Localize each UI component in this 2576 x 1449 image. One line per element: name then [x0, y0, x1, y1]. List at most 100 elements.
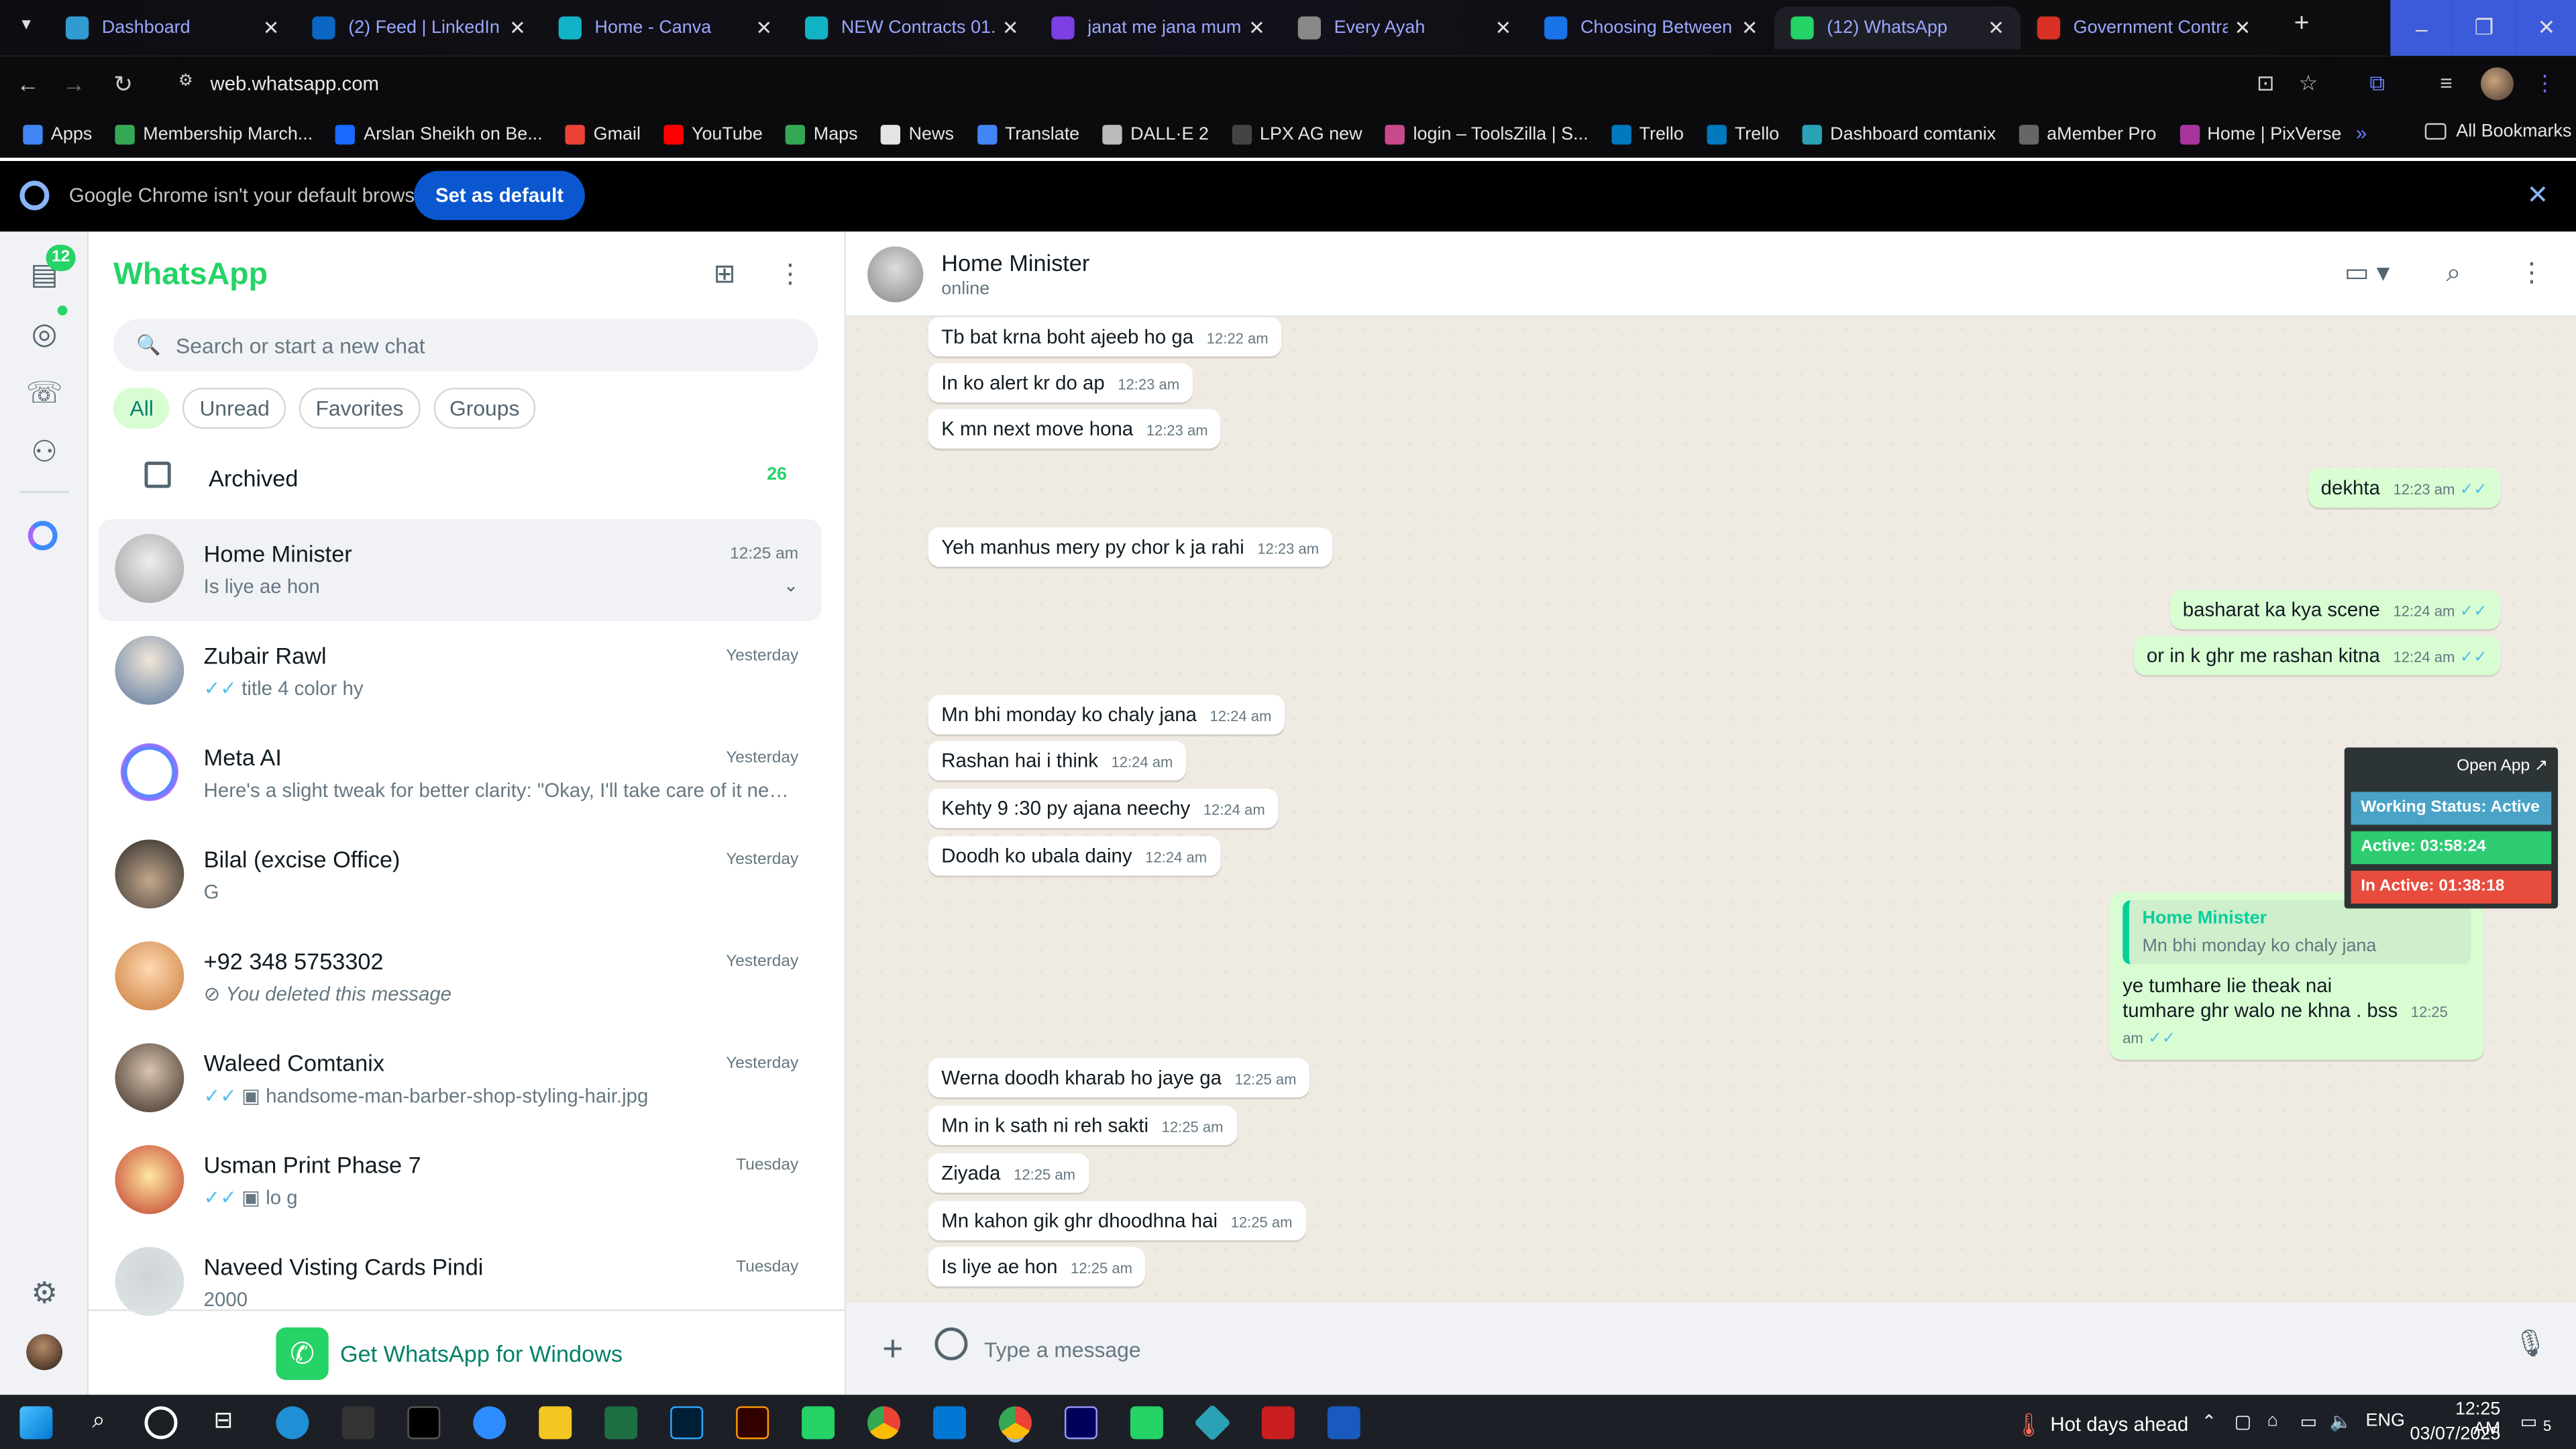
- infobar-close-icon[interactable]: ✕: [2527, 179, 2549, 212]
- bookmark-item[interactable]: YouTube: [663, 125, 763, 145]
- incoming-message[interactable]: Kehty 9 :30 py ajana neechy 12:24 am: [928, 788, 1279, 828]
- contact-avatar[interactable]: [867, 246, 924, 303]
- app-diamond-icon[interactable]: [1193, 1404, 1232, 1442]
- tray-network-icon[interactable]: ⌂: [2267, 1411, 2278, 1431]
- filter-chip[interactable]: Groups: [433, 387, 536, 429]
- incoming-message[interactable]: Mn in k sath ni reh sakti 12:25 am: [928, 1106, 1237, 1145]
- minimize-button[interactable]: –: [2390, 0, 2453, 56]
- incoming-message[interactable]: In ko alert kr do ap 12:23 am: [928, 363, 1193, 403]
- bookmark-item[interactable]: Gmail: [566, 125, 641, 145]
- tab-search-chevron-icon[interactable]: ▾: [10, 13, 43, 43]
- browser-tab[interactable]: Home - Canva ✕: [542, 7, 788, 50]
- tab-close-icon[interactable]: ✕: [749, 16, 779, 39]
- incoming-message[interactable]: Doodh ko ubala dainy 12:24 am: [928, 836, 1220, 876]
- task-view-icon[interactable]: ⊟: [207, 1406, 240, 1439]
- sticker-icon[interactable]: [934, 1327, 968, 1360]
- communities-icon[interactable]: ⚇: [23, 431, 66, 474]
- filter-chip[interactable]: All: [113, 387, 170, 429]
- settings-gear-icon[interactable]: ⚙: [23, 1272, 66, 1315]
- word-icon[interactable]: [1327, 1406, 1360, 1440]
- tab-close-icon[interactable]: ✕: [1981, 16, 2010, 39]
- chevron-down-icon[interactable]: ⌄: [784, 575, 799, 596]
- chrome-icon[interactable]: [867, 1406, 901, 1440]
- bookmark-item[interactable]: News: [880, 125, 954, 145]
- microphone-icon[interactable]: 🎙: [2514, 1328, 2547, 1360]
- window-close-button[interactable]: ✕: [2515, 0, 2576, 56]
- new-tab-button[interactable]: +: [2287, 10, 2316, 40]
- incoming-message[interactable]: Yeh manhus mery py chor k ja rahi 12:23 a…: [928, 527, 1332, 567]
- bookmark-item[interactable]: Home | PixVerse: [2179, 125, 2341, 145]
- archived-row[interactable]: Archived 26: [89, 451, 846, 504]
- notification-icon[interactable]: ▭: [2520, 1411, 2537, 1432]
- tab-close-icon[interactable]: ✕: [2228, 16, 2257, 39]
- incoming-message[interactable]: K mn next move hona 12:23 am: [928, 409, 1222, 449]
- bookmark-item[interactable]: Dashboard comtanix: [1802, 125, 1996, 145]
- outgoing-message[interactable]: dekhta 12:23 am ✓✓: [2308, 468, 2501, 508]
- chat-list-item[interactable]: Usman Print Phase 7 Tuesday ✓✓ ▣ lo g: [99, 1130, 822, 1232]
- incoming-message[interactable]: Rashan hai i think 12:24 am: [928, 741, 1186, 781]
- vscode-icon[interactable]: [933, 1406, 967, 1440]
- address-bar[interactable]: ⚙ web.whatsapp.com: [161, 62, 2347, 105]
- bookmark-star-icon[interactable]: ☆: [2294, 69, 2323, 99]
- incoming-message[interactable]: Tb bat krna boht ajeeb ho ga 12:22 am: [928, 317, 1282, 357]
- chat-list-item[interactable]: Waleed Comtanix Yesterday ✓✓ ▣ handsome-man…: [99, 1028, 822, 1130]
- outgoing-message[interactable]: basharat ka kya scene 12:24 am ✓✓: [2169, 590, 2501, 629]
- tab-close-icon[interactable]: ✕: [996, 16, 1025, 39]
- browser-tab[interactable]: Dashboard ✕: [49, 7, 295, 50]
- tab-close-icon[interactable]: ✕: [1242, 16, 1271, 39]
- bookmark-item[interactable]: Translate: [977, 125, 1079, 145]
- video-call-icon[interactable]: ▭ ▾: [2345, 256, 2390, 292]
- zoom-icon[interactable]: [473, 1406, 506, 1440]
- menu-dots-icon[interactable]: ⋮: [2518, 256, 2544, 292]
- tray-apps-icon[interactable]: ▢: [2235, 1411, 2251, 1432]
- weather-text[interactable]: Hot days ahead: [2050, 1413, 2188, 1436]
- edge-icon[interactable]: [276, 1406, 309, 1440]
- open-app-link[interactable]: Open App ↗: [2457, 757, 2548, 775]
- pen-tool-icon[interactable]: [341, 1406, 375, 1440]
- bookmark-item[interactable]: Trello: [1707, 125, 1779, 145]
- file-explorer-icon[interactable]: [539, 1406, 572, 1440]
- phone-app-icon[interactable]: [802, 1406, 835, 1440]
- bookmark-item[interactable]: aMember Pro: [2019, 125, 2156, 145]
- browser-tab[interactable]: Choosing Between O ✕: [1528, 7, 1774, 50]
- site-info-icon[interactable]: ⚙: [174, 72, 197, 95]
- bookmark-item[interactable]: Maps: [786, 125, 858, 145]
- message-input[interactable]: [983, 1322, 2463, 1375]
- reading-list-icon[interactable]: ≡: [2432, 69, 2461, 99]
- new-chat-icon[interactable]: ⊞: [706, 258, 743, 294]
- clock-date[interactable]: 03/07/2025: [2402, 1424, 2501, 1444]
- extensions-icon[interactable]: ⧉: [2363, 69, 2392, 99]
- get-whatsapp-windows-banner[interactable]: ✆ Get WhatsApp for Windows: [89, 1309, 847, 1395]
- browser-tab[interactable]: janat me jana mumkin✕: [1035, 7, 1281, 50]
- chat-list-item[interactable]: Home Minister 12:25 am Is liye ae hon ⌄: [98, 519, 822, 621]
- tray-display-icon[interactable]: ▭: [2300, 1411, 2317, 1432]
- reload-icon[interactable]: ↻: [109, 69, 138, 99]
- premiere-icon[interactable]: [1064, 1406, 1097, 1440]
- chrome-menu-icon[interactable]: ⋮: [2530, 69, 2559, 99]
- filter-chip[interactable]: Unread: [182, 387, 286, 429]
- browser-tab[interactable]: (12) WhatsApp ✕: [1774, 6, 2021, 50]
- bookmark-item[interactable]: Trello: [1611, 125, 1684, 145]
- status-icon[interactable]: ◎: [23, 312, 66, 355]
- chat-list-item[interactable]: Zubair Rawl Yesterday ✓✓ title 4 color hy: [99, 621, 822, 723]
- bookmark-item[interactable]: DALL·E 2: [1102, 125, 1209, 145]
- bookmark-item[interactable]: Membership March...: [115, 125, 313, 145]
- profile-photo[interactable]: [26, 1334, 63, 1371]
- outgoing-message[interactable]: or in k ghr me rashan kitna 12:24 am ✓✓: [2133, 635, 2501, 676]
- tray-chevron-icon[interactable]: ⌃: [2202, 1411, 2217, 1432]
- search-icon[interactable]: ⌕: [2447, 256, 2461, 292]
- incoming-message[interactable]: Ziyada 12:25 am: [928, 1153, 1089, 1193]
- whatsapp-taskbar-icon[interactable]: [1130, 1406, 1163, 1440]
- tab-close-icon[interactable]: ✕: [502, 16, 532, 39]
- browser-tab[interactable]: NEW Contracts 01.pdf✕: [789, 7, 1035, 50]
- browser-tab[interactable]: Every Ayah ✕: [1281, 7, 1527, 50]
- illustrator-icon[interactable]: [736, 1406, 769, 1440]
- meta-ai-icon[interactable]: [28, 521, 58, 551]
- language-indicator[interactable]: ENG: [2366, 1411, 2405, 1431]
- maximize-button[interactable]: ❐: [2453, 0, 2516, 56]
- cortana-icon[interactable]: [144, 1406, 178, 1440]
- bookmark-item[interactable]: Arslan Sheikh on Be...: [335, 125, 543, 145]
- conversation-header[interactable]: Home Minister online ▭ ▾ ⌕ ⋮: [846, 231, 2576, 317]
- tab-close-icon[interactable]: ✕: [1489, 16, 1518, 39]
- bookmark-item[interactable]: Apps: [23, 125, 92, 145]
